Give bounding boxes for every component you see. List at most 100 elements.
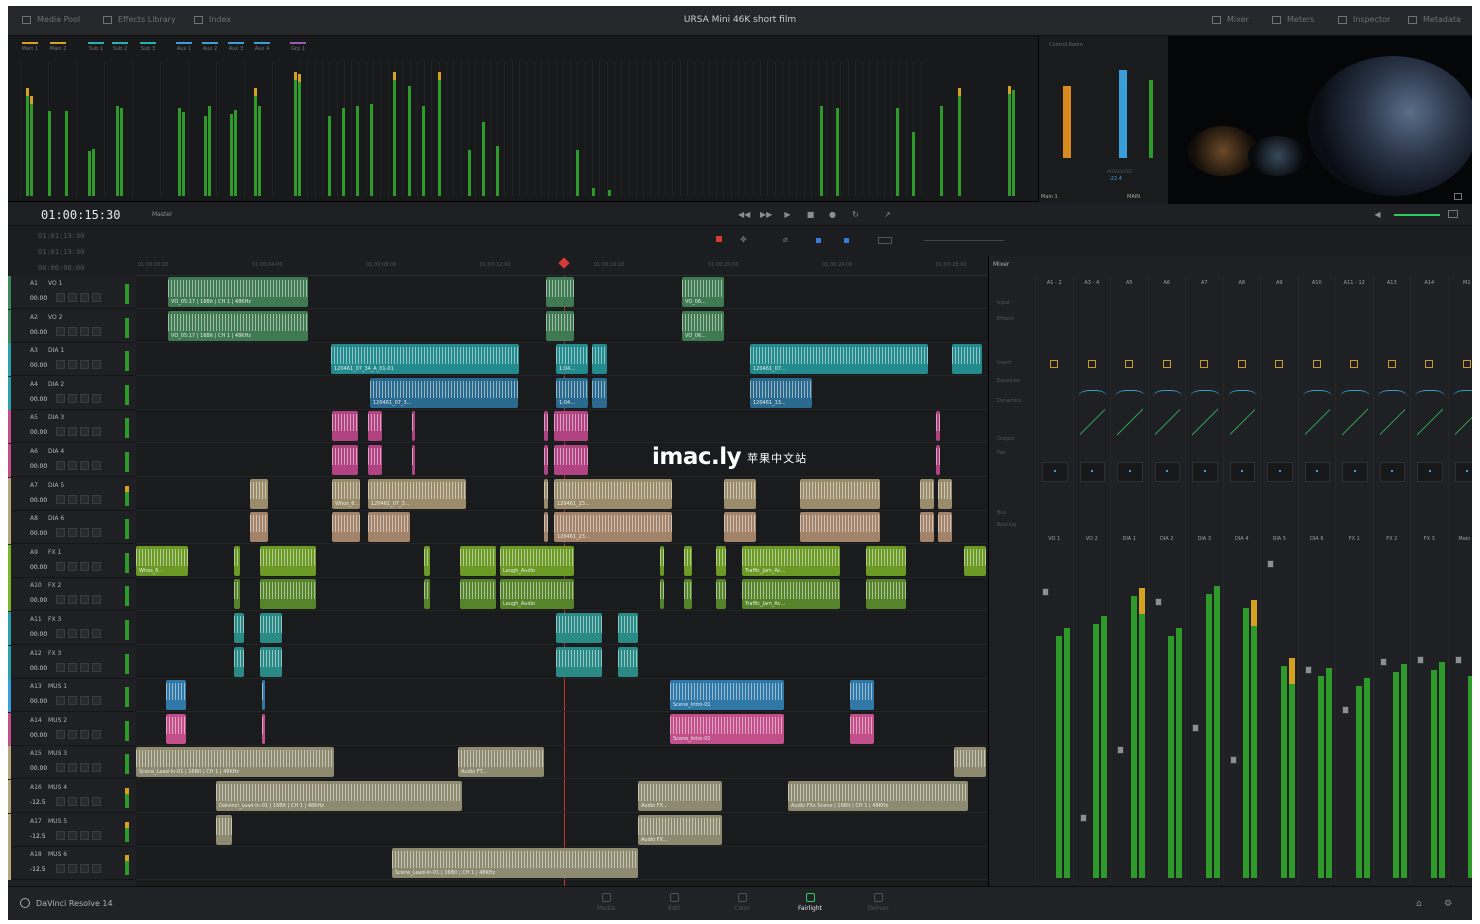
page-tab-media[interactable]: Media <box>586 893 626 912</box>
insert-button[interactable] <box>1425 360 1433 368</box>
track-name[interactable]: MUS 2 <box>48 717 67 724</box>
timeline-tracks[interactable]: VO_05:17 | 16Bit | CH 1 | 48KHz VO_06... V… <box>136 276 988 886</box>
track-volume[interactable]: -12.5 <box>30 866 46 873</box>
record-arm-button[interactable] <box>68 797 77 806</box>
solo-button[interactable] <box>80 293 89 302</box>
marker-blue-icon[interactable] <box>844 238 849 243</box>
audio-clip[interactable] <box>954 747 986 778</box>
volume-icon[interactable]: ◀ <box>1373 210 1382 219</box>
record-arm-button[interactable] <box>68 494 77 504</box>
audio-clip[interactable]: Laugh_Audio <box>500 579 574 610</box>
track-volume[interactable]: -12.5 <box>30 799 46 806</box>
solo-button[interactable] <box>80 797 89 806</box>
track-header[interactable]: A8 DIA 6 00.00 <box>8 511 136 545</box>
audio-clip[interactable]: 120461_07_3... <box>370 377 518 408</box>
audio-clip[interactable]: Dalvinci_Lead-In-01 | 16Bit | CH 1 | 48K… <box>216 781 462 811</box>
volume-fader-knob[interactable] <box>1417 656 1424 664</box>
record-arm-button[interactable] <box>68 763 77 773</box>
track-volume[interactable]: 00.00 <box>30 429 47 436</box>
solo-button[interactable] <box>80 528 89 538</box>
loudness-mode-select[interactable]: MAIN <box>1127 194 1140 200</box>
audio-clip[interactable]: Audio FX... <box>638 814 722 845</box>
razor-tool-icon[interactable]: ⌀ <box>783 235 792 244</box>
track-volume[interactable]: 00.00 <box>30 463 47 470</box>
audio-clip[interactable] <box>660 579 664 610</box>
audio-clip[interactable] <box>260 646 282 677</box>
solo-button[interactable] <box>80 662 89 672</box>
track-header[interactable]: A4 DIA 2 00.00 <box>8 376 136 410</box>
lock-icon[interactable] <box>56 293 65 302</box>
solo-button[interactable] <box>80 864 89 874</box>
mute-button[interactable] <box>92 797 101 806</box>
track-name[interactable]: DIA 5 <box>48 482 64 489</box>
pan-control[interactable] <box>1117 462 1143 482</box>
dynamics-graph[interactable] <box>1379 408 1405 436</box>
lock-icon[interactable] <box>56 662 65 672</box>
insert-button[interactable] <box>1200 360 1208 368</box>
eq-curve[interactable] <box>1377 390 1407 406</box>
audio-clip[interactable] <box>544 411 548 442</box>
fast-forward-icon[interactable]: ▶▶ <box>760 210 772 219</box>
audio-clip[interactable] <box>556 646 602 677</box>
track-name[interactable]: VO 2 <box>48 314 62 321</box>
audio-clip[interactable] <box>234 579 240 610</box>
insert-button[interactable] <box>1312 360 1321 368</box>
track-header[interactable]: A12 FX 3 00.00 <box>8 645 136 679</box>
insert-button[interactable] <box>1462 360 1471 368</box>
audio-clip[interactable] <box>684 545 692 576</box>
record-arm-button[interactable] <box>68 561 77 571</box>
audio-clip[interactable]: Whos_6... <box>136 545 188 576</box>
mute-button[interactable] <box>92 561 101 571</box>
insert-button[interactable] <box>1275 360 1283 368</box>
audio-clip[interactable] <box>166 680 186 711</box>
track-volume[interactable]: 00.00 <box>30 362 47 369</box>
mute-button[interactable] <box>92 528 101 538</box>
audio-clip[interactable] <box>262 713 265 744</box>
audio-clip[interactable]: 120461_23... <box>554 478 672 509</box>
audio-clip[interactable] <box>368 411 382 442</box>
meters-button[interactable]: Meters <box>1272 15 1314 24</box>
pan-control[interactable] <box>1379 462 1405 482</box>
flag-blue-icon[interactable] <box>816 238 821 243</box>
audio-clip[interactable] <box>166 713 186 744</box>
lock-icon[interactable] <box>56 729 65 739</box>
track-header[interactable]: A18 MUS 6 -12.5 <box>8 847 136 881</box>
playhead-marker-icon[interactable] <box>558 257 570 269</box>
pan-control[interactable] <box>1042 462 1068 482</box>
audio-clip[interactable] <box>920 478 934 509</box>
pan-control[interactable] <box>1079 462 1105 482</box>
audio-clip[interactable] <box>546 277 574 307</box>
audio-clip[interactable] <box>216 814 232 845</box>
inspector-button[interactable]: Inspector <box>1338 15 1390 24</box>
record-arm-button[interactable] <box>68 360 77 370</box>
insert-button[interactable] <box>1162 360 1171 368</box>
audio-clip[interactable] <box>554 411 588 442</box>
track-name[interactable]: MUS 4 <box>48 784 67 791</box>
audio-clip[interactable] <box>544 512 548 543</box>
track-name[interactable]: FX 3 <box>48 650 61 657</box>
audio-clip[interactable] <box>544 445 548 475</box>
volume-fader-knob[interactable] <box>1454 656 1462 664</box>
fullscreen-icon[interactable] <box>1454 193 1462 200</box>
track-name[interactable]: FX 3 <box>48 616 61 623</box>
volume-fader-knob[interactable] <box>1267 560 1274 568</box>
audio-clip[interactable]: Scene_Lead-In-01 | 16Bit | CH 1 | 48KHz <box>136 747 334 778</box>
volume-fader-knob[interactable] <box>1117 746 1124 754</box>
record-arm-button[interactable] <box>68 864 77 874</box>
audio-clip[interactable] <box>618 613 638 643</box>
dynamics-graph[interactable] <box>1417 408 1443 436</box>
audio-clip[interactable]: VO_05:17 | 16Bit | CH 1 | 48KHz <box>168 310 308 341</box>
audio-clip[interactable] <box>250 512 268 543</box>
audio-clip[interactable] <box>368 445 382 475</box>
record-arm-button[interactable] <box>68 461 77 470</box>
pan-control[interactable] <box>1229 462 1255 482</box>
insert-button[interactable] <box>1050 360 1058 368</box>
pan-control[interactable] <box>1417 462 1443 482</box>
track-name[interactable]: DIA 6 <box>48 515 64 522</box>
insert-button[interactable] <box>1350 360 1358 368</box>
loop-icon[interactable]: ↻ <box>851 210 860 219</box>
mute-button[interactable] <box>92 595 101 605</box>
audio-clip[interactable]: Audio FXs Scene | 16Bit | CH 1 | 48KHz <box>788 781 968 811</box>
dynamics-graph[interactable] <box>1117 408 1143 436</box>
track-name[interactable]: MUS 3 <box>48 750 67 757</box>
